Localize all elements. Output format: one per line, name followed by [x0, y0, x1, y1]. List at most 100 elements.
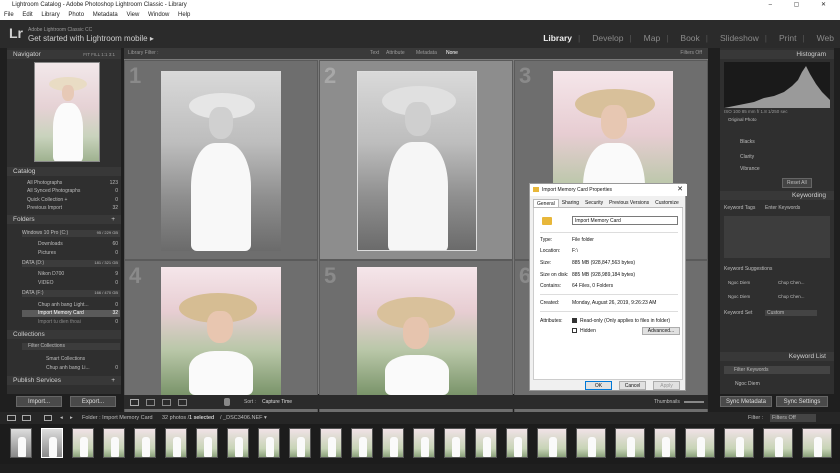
tab-sharing[interactable]: Sharing — [559, 199, 582, 207]
module-library[interactable]: Library — [543, 33, 572, 43]
filmstrip-thumbnail[interactable] — [196, 428, 218, 458]
photo-thumbnail[interactable] — [161, 267, 281, 395]
apply-button[interactable]: Apply — [653, 381, 680, 390]
sort-select[interactable]: Capture Time — [262, 395, 292, 409]
folder-item[interactable]: Pictures — [38, 250, 56, 256]
grid-cell[interactable]: 1 — [124, 60, 318, 260]
filter-select[interactable]: Filters Off — [770, 414, 816, 422]
export-button[interactable]: Export... — [70, 396, 116, 407]
filmstrip-thumbnail[interactable] — [724, 428, 754, 458]
folder-name-input[interactable]: Import Memory Card — [572, 216, 678, 225]
mobile-prompt[interactable]: Get started with Lightroom mobile ▸ — [28, 34, 154, 43]
monitor-2-icon[interactable] — [22, 415, 31, 421]
filmstrip-thumbnail[interactable] — [413, 428, 435, 458]
keyword-tags-select[interactable]: Enter Keywords — [765, 205, 800, 211]
catalog-header[interactable]: Catalog — [7, 167, 121, 176]
keywording-header[interactable]: Keywording — [720, 191, 834, 200]
add-publish-icon[interactable]: + — [111, 376, 115, 385]
filmstrip-thumbnail[interactable] — [10, 428, 32, 458]
collections-header[interactable]: Collections — [7, 330, 121, 339]
catalog-item[interactable]: All Synced Photographs — [27, 188, 80, 194]
filmstrip-thumbnail[interactable] — [72, 428, 94, 458]
grid-cell-selected[interactable]: 2 — [319, 60, 513, 260]
filmstrip-source[interactable]: Folder : Import Memory Card — [82, 412, 153, 424]
forward-icon[interactable]: ▸ — [70, 412, 73, 424]
filmstrip-thumbnail[interactable] — [351, 428, 373, 458]
filmstrip-thumbnail[interactable] — [685, 428, 715, 458]
sync-settings-button[interactable]: Sync Settings — [776, 396, 828, 407]
window-controls[interactable]: – ▢ ✕ — [769, 0, 836, 10]
sync-metadata-button[interactable]: Sync Metadata — [720, 396, 772, 407]
menu-metadata[interactable]: Metadata — [93, 12, 118, 18]
tab-previous-versions[interactable]: Previous Versions — [606, 199, 652, 207]
filmstrip-thumbnail[interactable] — [475, 428, 497, 458]
filter-status[interactable]: Filters Off — [680, 48, 702, 59]
close-icon[interactable]: ✕ — [677, 184, 683, 196]
keyword-tags-field[interactable] — [724, 216, 830, 258]
collection-item[interactable]: Smart Collections — [46, 356, 85, 362]
filmstrip-thumbnail[interactable] — [103, 428, 125, 458]
folder-item[interactable]: Downloads — [38, 241, 63, 247]
menu-help[interactable]: Help — [178, 12, 190, 18]
filmstrip-thumbnail[interactable] — [382, 428, 404, 458]
keyword-item[interactable]: Ngoc Diem — [735, 381, 760, 387]
menu-file[interactable]: File — [4, 12, 14, 18]
filmstrip-thumbnail[interactable] — [41, 428, 63, 458]
selected-filename[interactable]: / _DSC3406.NEF ▾ — [220, 412, 267, 424]
folder-item[interactable]: Import tu dien thoai — [38, 319, 81, 325]
folder-item[interactable]: Chup anh bang Light... — [38, 302, 89, 308]
filmstrip-thumbnail[interactable] — [134, 428, 156, 458]
menu-view[interactable]: View — [126, 12, 139, 18]
keyword-list-header[interactable]: Keyword List — [720, 352, 834, 361]
navigator-zoom-options[interactable]: FIT FILL 1:1 3:1 — [83, 50, 115, 59]
menu-photo[interactable]: Photo — [68, 12, 84, 18]
filmstrip-thumbnail[interactable] — [444, 428, 466, 458]
photo-thumbnail[interactable] — [357, 71, 477, 251]
navigator-preview[interactable] — [34, 62, 100, 162]
publish-header[interactable]: Publish Services + — [7, 376, 121, 385]
cancel-button[interactable]: Cancel — [619, 381, 646, 390]
module-book[interactable]: Book — [680, 33, 699, 43]
spray-can-icon[interactable] — [224, 398, 230, 406]
filmstrip-thumbnail[interactable] — [227, 428, 249, 458]
filmstrip-thumbnail[interactable] — [763, 428, 793, 458]
keyword-suggestion[interactable]: Chup Chen... — [778, 280, 805, 285]
original-photo-checkbox[interactable]: Original Photo — [728, 117, 757, 122]
filmstrip-thumbnail[interactable] — [165, 428, 187, 458]
navigator-header[interactable]: Navigator FIT FILL 1:1 3:1 — [7, 50, 121, 59]
filmstrip-thumbnail[interactable] — [615, 428, 645, 458]
survey-view-icon[interactable] — [178, 399, 187, 406]
filmstrip-thumbnail[interactable] — [289, 428, 311, 458]
monitor-1-icon[interactable] — [7, 415, 16, 421]
reset-all-button[interactable]: Reset All — [782, 178, 812, 188]
module-print[interactable]: Print — [779, 33, 796, 43]
catalog-item[interactable]: Quick Collection + — [27, 197, 67, 203]
volume-c[interactable]: Windows 10 Pro (C:) 95 / 229 GB — [22, 230, 120, 237]
filter-attribute[interactable]: Attribute — [386, 48, 405, 59]
back-icon[interactable]: ◂ — [60, 412, 63, 424]
compare-view-icon[interactable] — [162, 399, 171, 406]
folder-item[interactable]: Nikon D700 — [38, 271, 64, 277]
filter-collections[interactable]: Filter Collections — [22, 343, 120, 350]
tab-security[interactable]: Security — [582, 199, 606, 207]
filmstrip-thumbnail[interactable] — [506, 428, 528, 458]
volume-f[interactable]: DATA (F:) 166 / 470 GB — [22, 290, 120, 297]
filter-text[interactable]: Text — [370, 48, 379, 59]
filmstrip-thumbnail[interactable] — [802, 428, 832, 458]
menu-edit[interactable]: Edit — [22, 12, 32, 18]
collection-item[interactable]: Chup anh bang Li... — [46, 365, 90, 371]
import-button[interactable]: Import... — [16, 396, 62, 407]
catalog-item[interactable]: All Photographs — [27, 180, 62, 186]
module-web[interactable]: Web — [817, 33, 834, 43]
filmstrip-thumbnail[interactable] — [537, 428, 567, 458]
menu-window[interactable]: Window — [148, 12, 169, 18]
histogram[interactable] — [724, 62, 830, 108]
readonly-checkbox[interactable] — [572, 318, 577, 323]
menu-library[interactable]: Library — [41, 12, 59, 18]
advanced-button[interactable]: Advanced... — [642, 327, 680, 335]
keyword-set-select[interactable]: Custom — [765, 310, 817, 316]
filmstrip-thumbnail[interactable] — [654, 428, 676, 458]
filmstrip-thumbnail[interactable] — [258, 428, 280, 458]
thumbnail-size-slider[interactable] — [684, 401, 704, 403]
module-map[interactable]: Map — [644, 33, 661, 43]
